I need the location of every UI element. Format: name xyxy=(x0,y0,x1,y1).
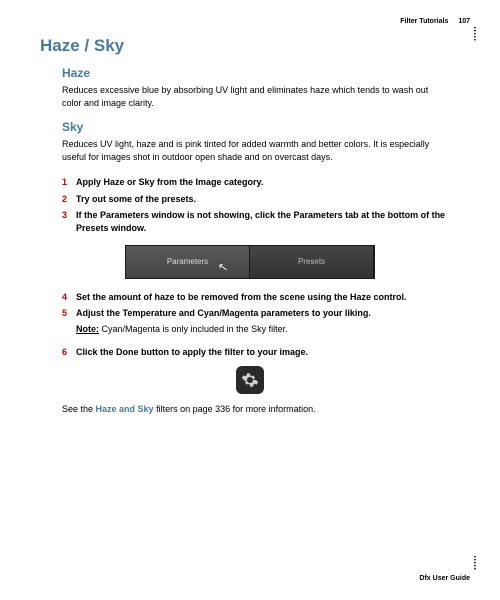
step-number: 3 xyxy=(62,209,76,234)
haze-heading: Haze xyxy=(62,66,470,80)
haze-body: Reduces excessive blue by absorbing UV l… xyxy=(62,84,450,110)
step-text: Click the Done button to apply the filte… xyxy=(76,346,308,359)
sky-heading: Sky xyxy=(62,120,470,134)
gear-icon-box[interactable] xyxy=(236,366,264,394)
tab-parameters[interactable]: Parameters xyxy=(126,246,250,278)
gear-icon xyxy=(241,371,259,389)
step-row: 5 Adjust the Temperature and Cyan/Magent… xyxy=(62,307,450,320)
step-row: 1 Apply Haze or Sky from the Image categ… xyxy=(62,176,450,189)
tabs-widget: Parameters Presets ↖ xyxy=(125,245,375,279)
decorative-dots-top: ••••• xyxy=(474,28,476,43)
sky-body: Reduces UV light, haze and is pink tinte… xyxy=(62,138,450,164)
step-text: If the Parameters window is not showing,… xyxy=(76,209,450,234)
note-label: Note: xyxy=(76,324,99,334)
haze-sky-link[interactable]: Haze and Sky xyxy=(96,404,154,414)
step-row: 3 If the Parameters window is not showin… xyxy=(62,209,450,234)
step-text: Apply Haze or Sky from the Image categor… xyxy=(76,176,263,189)
steps-list: 1 Apply Haze or Sky from the Image categ… xyxy=(62,176,450,234)
tab-presets[interactable]: Presets xyxy=(250,246,374,278)
step-text: Try out some of the presets. xyxy=(76,193,196,206)
step-row: 6 Click the Done button to apply the fil… xyxy=(62,346,450,359)
steps-list-continued: 4 Set the amount of haze to be removed f… xyxy=(62,291,450,320)
step-number: 5 xyxy=(62,307,76,320)
footer-text: Dfx User Guide xyxy=(419,575,470,582)
see-prefix: See the xyxy=(62,404,96,414)
step-text: Adjust the Temperature and Cyan/Magenta … xyxy=(76,307,371,320)
decorative-dots-bottom: ••••• xyxy=(474,557,476,572)
note-line: Note: Cyan/Magenta is only included in t… xyxy=(76,324,470,334)
note-text: Cyan/Magenta is only included in the Sky… xyxy=(99,324,288,334)
page-number: 107 xyxy=(458,18,470,25)
header-section-label: Filter Tutorials xyxy=(400,18,448,25)
step-row: 2 Try out some of the presets. xyxy=(62,193,450,206)
step-number: 1 xyxy=(62,176,76,189)
header-section: Filter Tutorials 107 xyxy=(400,18,470,25)
step-number: 6 xyxy=(62,346,76,359)
page-title: Haze / Sky xyxy=(40,36,470,56)
step-number: 4 xyxy=(62,291,76,304)
step-text: Set the amount of haze to be removed fro… xyxy=(76,291,407,304)
see-more: See the Haze and Sky filters on page 336… xyxy=(62,404,470,414)
steps-list-final: 6 Click the Done button to apply the fil… xyxy=(62,346,450,359)
step-row: 4 Set the amount of haze to be removed f… xyxy=(62,291,450,304)
see-suffix: filters on page 336 for more information… xyxy=(154,404,316,414)
step-number: 2 xyxy=(62,193,76,206)
